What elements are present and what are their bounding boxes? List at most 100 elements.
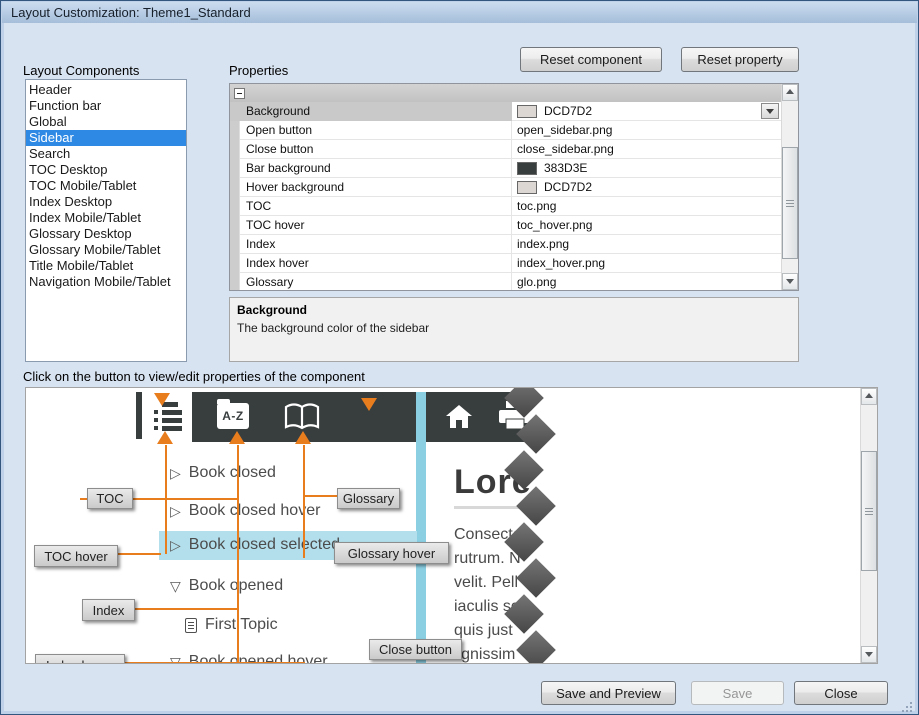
annotation-line <box>303 445 305 558</box>
scroll-down-icon[interactable] <box>861 646 877 663</box>
callout-toc-button[interactable]: TOC <box>87 488 133 509</box>
annotation-arrow-down-icon <box>154 393 170 406</box>
component-list-item[interactable]: Function bar <box>26 98 186 114</box>
row-gutter <box>230 121 240 140</box>
scroll-up-icon[interactable] <box>861 388 877 405</box>
window-title-bar[interactable]: Layout Customization: Theme1_Standard <box>2 2 917 23</box>
property-value: close_sidebar.png <box>512 140 782 159</box>
property-value: toc.png <box>512 197 782 216</box>
row-gutter <box>230 273 240 290</box>
preview-scrollbar[interactable] <box>860 388 877 663</box>
preview-tree-item: First Topic <box>185 616 278 634</box>
callout-toc-hover-button[interactable]: TOC hover <box>34 545 118 567</box>
callout-index-button[interactable]: Index <box>82 599 135 621</box>
window-title: Layout Customization: Theme1_Standard <box>11 5 251 20</box>
save-button[interactable]: Save <box>691 681 784 705</box>
color-swatch-icon <box>517 161 537 175</box>
component-list-item[interactable]: Title Mobile/Tablet <box>26 258 186 274</box>
preview-tree-item: ▷ Book closed hover <box>170 502 321 519</box>
component-list-item[interactable]: Search <box>26 146 186 162</box>
row-gutter <box>230 178 240 197</box>
property-row[interactable]: Open button open_sidebar.png <box>230 121 782 140</box>
preview-tree-item: ▷ Book closed selected <box>170 536 340 553</box>
property-value: glo.png <box>512 273 782 290</box>
save-and-preview-button[interactable]: Save and Preview <box>541 681 676 705</box>
property-name: Close button <box>240 140 512 159</box>
preview-hint: Click on the button to view/edit propert… <box>23 369 365 384</box>
property-name: Hover background <box>240 178 512 197</box>
index-book-icon[interactable] <box>284 402 320 432</box>
annotation-arrow-up-icon <box>295 431 311 444</box>
callout-close-button-button[interactable]: Close button <box>369 639 462 660</box>
property-description-panel: Background The background color of the s… <box>229 297 799 362</box>
glossary-az-icon[interactable]: A-Z <box>217 399 249 429</box>
component-list-item[interactable]: Sidebar <box>26 130 186 146</box>
annotation-arrow-up-icon <box>229 431 245 444</box>
scrollbar-thumb[interactable] <box>782 147 798 259</box>
component-list[interactable]: Header Function bar Global Sidebar Search TOC… <box>25 79 187 362</box>
row-gutter <box>230 235 240 254</box>
property-row[interactable]: Background DCD7D2 <box>230 102 782 121</box>
annotation-line <box>133 498 239 500</box>
scrollbar-thumb[interactable] <box>861 451 877 571</box>
component-list-item[interactable]: Glossary Mobile/Tablet <box>26 242 186 258</box>
component-list-item[interactable]: Navigation Mobile/Tablet <box>26 274 186 290</box>
resize-grip[interactable] <box>902 702 904 704</box>
layout-customization-dialog: Layout Customization: Theme1_Standard La… <box>0 0 919 715</box>
component-list-item[interactable]: Index Mobile/Tablet <box>26 210 186 226</box>
property-value: index_hover.png <box>512 254 782 273</box>
book-triangle-icon: ▷ <box>170 464 181 481</box>
row-gutter <box>230 197 240 216</box>
property-row[interactable]: Index index.png <box>230 235 782 254</box>
property-name: Index hover <box>240 254 512 273</box>
callout-glossary-hover-button[interactable]: Glossary hover <box>334 542 449 564</box>
component-list-item[interactable]: Global <box>26 114 186 130</box>
component-list-item[interactable]: TOC Mobile/Tablet <box>26 178 186 194</box>
property-value: 383D3E <box>512 159 782 178</box>
property-grid-category-row <box>230 84 782 102</box>
scroll-down-icon[interactable] <box>782 273 798 290</box>
collapse-icon[interactable] <box>234 88 245 99</box>
annotation-arrow-down-icon <box>361 398 377 411</box>
property-row[interactable]: Index hover index_hover.png <box>230 254 782 273</box>
component-list-item[interactable]: Glossary Desktop <box>26 226 186 242</box>
property-value: DCD7D2 <box>512 178 782 197</box>
row-gutter <box>230 159 240 178</box>
component-preview: A-Z ▷ Book closed ▷ Book closed hover ▷ Book … <box>25 387 878 664</box>
close-button[interactable]: Close <box>794 681 888 705</box>
row-gutter <box>230 254 240 273</box>
annotation-arrow-up-icon <box>157 431 173 444</box>
value-dropdown-button[interactable] <box>761 103 779 119</box>
component-list-item[interactable]: TOC Desktop <box>26 162 186 178</box>
property-row[interactable]: Hover background DCD7D2 <box>230 178 782 197</box>
color-swatch-icon <box>517 104 537 118</box>
property-name: TOC hover <box>240 216 512 235</box>
reset-property-button[interactable]: Reset property <box>681 47 799 72</box>
component-list-item[interactable]: Index Desktop <box>26 194 186 210</box>
row-gutter <box>230 216 240 235</box>
component-list-item[interactable]: Header <box>26 82 186 98</box>
book-triangle-icon: ▷ <box>170 502 181 519</box>
callout-glossary-button[interactable]: Glossary <box>337 488 400 509</box>
property-grid: Background DCD7D2 Open button open_sidebar.… <box>229 83 799 291</box>
annotation-line <box>125 662 305 663</box>
property-row[interactable]: TOC hover toc_hover.png <box>230 216 782 235</box>
callout-index-hover-button[interactable]: Index hover <box>35 654 125 663</box>
preview-tree-item: ▷ Book closed <box>170 464 276 481</box>
property-row[interactable]: TOC toc.png <box>230 197 782 216</box>
property-row[interactable]: Bar background 383D3E <box>230 159 782 178</box>
row-gutter <box>230 102 240 121</box>
description-text: The background color of the sidebar <box>237 321 430 335</box>
property-row[interactable]: Glossary glo.png <box>230 273 782 290</box>
preview-tree-item: ▽ Book opened <box>170 577 284 594</box>
annotation-line <box>237 445 239 663</box>
description-title: Background <box>237 303 308 317</box>
property-name: Open button <box>240 121 512 140</box>
reset-component-button[interactable]: Reset component <box>520 47 662 72</box>
property-value: toc_hover.png <box>512 216 782 235</box>
scroll-up-icon[interactable] <box>782 84 798 101</box>
property-value: DCD7D2 <box>512 102 782 121</box>
property-grid-scrollbar[interactable] <box>781 84 798 290</box>
property-row[interactable]: Close button close_sidebar.png <box>230 140 782 159</box>
properties-label: Properties <box>229 63 289 78</box>
